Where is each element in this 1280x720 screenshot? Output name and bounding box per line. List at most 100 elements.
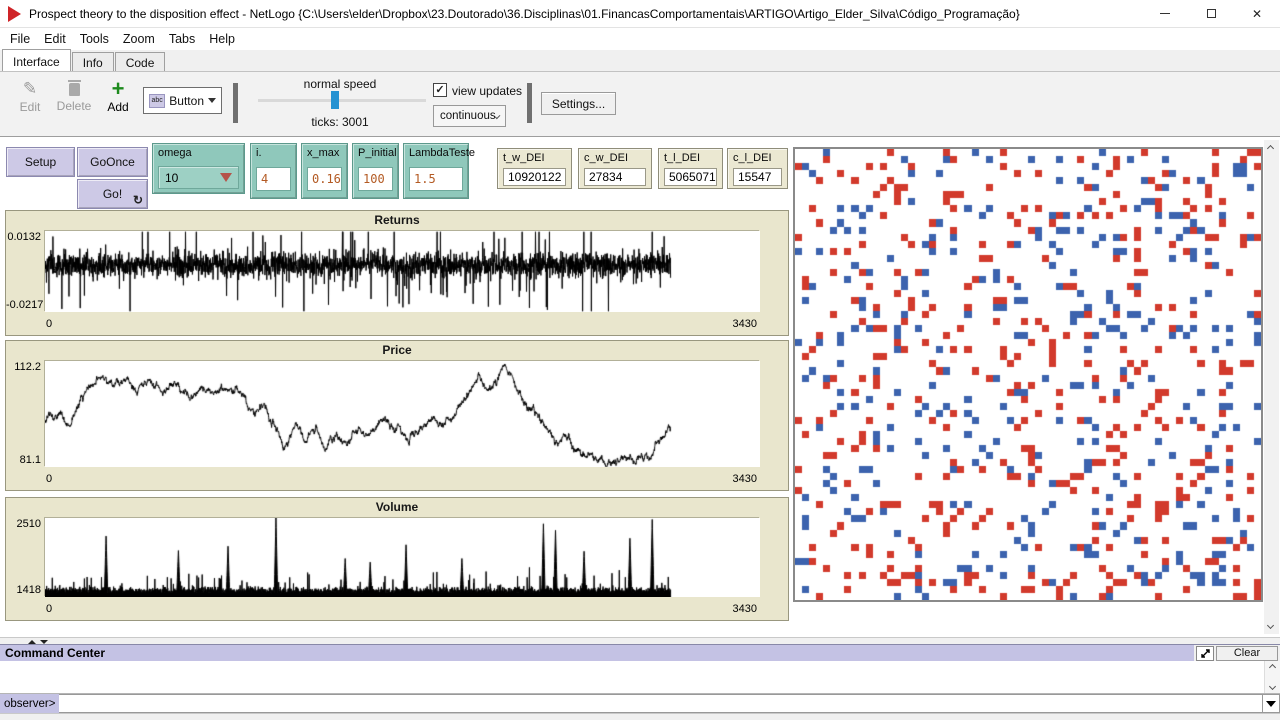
widget-type-dropdown[interactable]: abc Button	[143, 87, 222, 114]
input-i: i. 4	[250, 143, 297, 199]
tab-info[interactable]: Info	[72, 52, 114, 71]
world-view[interactable]	[793, 147, 1263, 602]
close-button[interactable]: ✕	[1234, 0, 1280, 28]
monitor-c-w-dei: c_w_DEI 27834	[578, 148, 652, 189]
x-axis-max-label: 3430	[733, 473, 757, 485]
command-center-expand-button[interactable]	[1196, 646, 1214, 661]
plot-title: Price	[6, 343, 788, 357]
ticks-counter: ticks: 3001	[255, 115, 425, 129]
plot-title: Volume	[6, 500, 788, 514]
returns-plot: Returns 0.0132 -0.0217 0 3430	[5, 210, 789, 336]
view-updates-label: view updates	[452, 84, 522, 98]
monitor-value: 15547	[733, 168, 782, 186]
price-plot: Price 112.2 81.1 0 3430	[5, 340, 789, 491]
volume-canvas	[45, 518, 760, 597]
go-forever-button[interactable]: Go! ↻	[77, 179, 148, 209]
monitor-c-l-dei: c_l_DEI 15547	[727, 148, 788, 189]
view-updates-checkbox[interactable]: ✓	[433, 83, 447, 97]
window-bottom-edge	[0, 714, 1280, 720]
add-widget-button[interactable]: + Add	[100, 81, 136, 114]
returns-canvas	[45, 231, 760, 312]
expand-diagonal-icon	[1200, 648, 1211, 659]
netlogo-app-icon	[8, 6, 21, 22]
command-center-header: Command Center Clear	[0, 644, 1280, 661]
speed-slider-label: normal speed	[255, 77, 425, 91]
scroll-down-icon[interactable]	[1267, 622, 1274, 629]
tab-interface[interactable]: Interface	[2, 49, 71, 71]
output-scrollbar[interactable]	[1264, 661, 1280, 693]
update-mode-dropdown[interactable]: continuous	[433, 105, 506, 127]
netlogo-window: Prospect theory to the disposition effec…	[0, 0, 1280, 720]
y-axis-min-label: -0.0217	[6, 299, 41, 311]
input-value-field[interactable]: 100	[358, 167, 393, 191]
monitor-label: c_l_DEI	[733, 152, 772, 164]
command-input[interactable]	[59, 694, 1263, 713]
y-axis-max-label: 112.2	[6, 361, 41, 373]
go-label: Go!	[103, 187, 122, 201]
chooser-dropdown-icon	[220, 173, 232, 182]
menu-tools[interactable]: Tools	[73, 30, 116, 48]
window-title: Prospect theory to the disposition effec…	[29, 7, 1142, 21]
button-widget-icon: abc	[149, 94, 165, 108]
tabbar: Interface Info Code	[0, 50, 1280, 72]
menu-file[interactable]: File	[3, 30, 37, 48]
toolbar-separator	[527, 83, 532, 123]
input-label: P_initial	[358, 147, 397, 159]
pencil-icon: ✎	[23, 81, 37, 97]
world-canvas[interactable]	[795, 149, 1261, 600]
widget-type-value: Button	[169, 94, 204, 108]
price-canvas	[45, 361, 760, 467]
x-axis-max-label: 3430	[733, 603, 757, 615]
maximize-icon	[1207, 9, 1216, 18]
input-p-initial: P_initial 100	[352, 143, 399, 199]
monitor-label: t_w_DEI	[503, 152, 545, 164]
speed-slider-thumb[interactable]	[331, 91, 339, 109]
edit-widget-button[interactable]: ✎ Edit	[12, 81, 48, 114]
observer-prompt: observer>	[0, 694, 59, 713]
titlebar: Prospect theory to the disposition effec…	[0, 0, 1280, 28]
command-center-output	[0, 661, 1280, 694]
input-value-field[interactable]: 4	[256, 167, 291, 191]
delete-label: Delete	[57, 99, 92, 113]
monitor-t-l-dei: t_l_DEI 5065071	[658, 148, 723, 189]
menu-help[interactable]: Help	[202, 30, 242, 48]
monitor-label: t_l_DEI	[664, 152, 700, 164]
monitor-value: 10920122	[503, 168, 566, 186]
input-value-field[interactable]: 1.5	[409, 167, 463, 191]
monitor-label: c_w_DEI	[584, 152, 628, 164]
plus-icon: +	[112, 81, 125, 97]
input-x-max: x_max 0.16	[301, 143, 348, 199]
chooser-value: 10	[165, 171, 178, 185]
scroll-down-icon[interactable]	[1269, 683, 1276, 690]
input-value-field[interactable]: 0.16	[307, 167, 342, 191]
menu-edit[interactable]: Edit	[37, 30, 73, 48]
command-history-dropdown[interactable]	[1263, 694, 1280, 713]
settings-button[interactable]: Settings...	[541, 92, 616, 115]
edit-label: Edit	[20, 100, 41, 114]
maximize-button[interactable]	[1188, 0, 1234, 28]
minimize-icon	[1160, 13, 1170, 14]
interface-vertical-scrollbar[interactable]	[1264, 140, 1279, 634]
menu-zoom[interactable]: Zoom	[116, 30, 162, 48]
speed-slider-track[interactable]	[258, 99, 426, 102]
minimize-button[interactable]	[1142, 0, 1188, 28]
monitor-t-w-dei: t_w_DEI 10920122	[497, 148, 572, 189]
omega-chooser[interactable]: omega 10	[152, 143, 245, 194]
x-axis-min-label: 0	[46, 603, 52, 615]
tab-code[interactable]: Code	[115, 52, 166, 71]
x-axis-max-label: 3430	[733, 318, 757, 330]
delete-widget-button[interactable]: Delete	[52, 81, 96, 113]
go-once-button[interactable]: GoOnce	[77, 147, 148, 177]
chevron-down-icon	[208, 98, 216, 103]
menu-tabs[interactable]: Tabs	[162, 30, 202, 48]
setup-button[interactable]: Setup	[6, 147, 75, 177]
command-center-splitter[interactable]	[0, 637, 1280, 644]
dropdown-triangle-icon	[1266, 701, 1276, 707]
plot-title: Returns	[6, 213, 788, 227]
command-center-title: Command Center	[0, 645, 1194, 661]
scroll-up-icon[interactable]	[1269, 664, 1276, 671]
scroll-up-icon[interactable]	[1267, 145, 1274, 152]
monitor-value: 27834	[584, 168, 646, 186]
chooser-value-box[interactable]: 10	[158, 166, 239, 189]
clear-button[interactable]: Clear	[1216, 646, 1278, 661]
